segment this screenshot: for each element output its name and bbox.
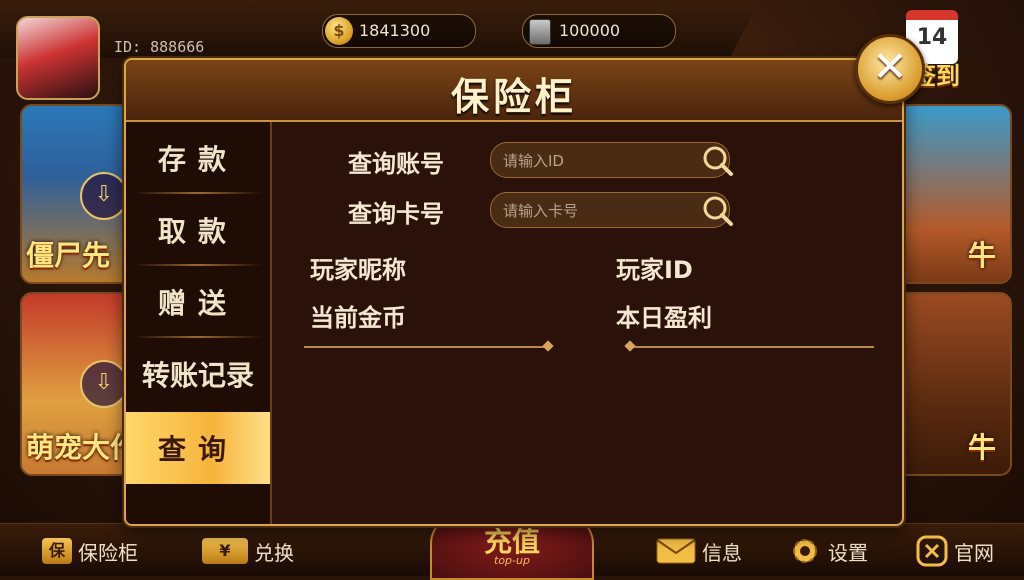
search-icon[interactable] <box>701 194 735 228</box>
dialog-side-menu: 存款 取款 赠送 转账记录 查询 <box>126 122 272 524</box>
game-tile-label: 牛 <box>967 239 996 272</box>
dialog-header: 保险柜 <box>126 60 902 122</box>
menu-item-label: 存款 <box>157 143 238 176</box>
query-account-input[interactable] <box>501 149 695 173</box>
room-card-icon <box>529 19 551 45</box>
gear-icon <box>793 539 817 563</box>
bottom-nav-label: 信息 <box>702 540 742 565</box>
query-account-label: 查询账号 <box>348 150 444 178</box>
bottom-nav-label: 兑换 <box>254 540 294 565</box>
bottom-nav-label: 官网 <box>954 540 994 565</box>
query-card-field <box>490 192 733 228</box>
menu-item-gift[interactable]: 赠送 <box>126 266 270 338</box>
card-balance-value: 100000 <box>559 21 621 40</box>
download-icon: ⇩ <box>80 360 128 408</box>
coin-balance-value: 1841300 <box>359 21 431 40</box>
menu-item-deposit[interactable]: 存款 <box>126 122 270 194</box>
player-nickname-label: 玩家昵称 <box>310 256 406 284</box>
divider <box>304 340 554 352</box>
game-tile-bull-2[interactable]: 牛 <box>896 292 1012 476</box>
query-panel: 查询账号 查询卡号 玩家昵称 玩家ID 当前金币 本日盈利 <box>272 122 902 524</box>
query-account-field <box>490 142 733 178</box>
menu-item-withdraw[interactable]: 取款 <box>126 194 270 266</box>
divider-ornament <box>542 340 554 352</box>
dialog-title: 保险柜 <box>450 74 577 119</box>
download-icon: ⇩ <box>80 172 128 220</box>
query-card-input[interactable] <box>501 199 695 223</box>
bottom-nav-settings[interactable]: 设置 <box>788 536 868 566</box>
current-coins-label: 当前金币 <box>310 304 406 332</box>
close-button[interactable]: ✕ <box>855 34 925 104</box>
menu-item-query[interactable]: 查询 <box>126 412 270 484</box>
game-tile-label: 牛 <box>967 431 996 464</box>
website-icon <box>916 535 948 567</box>
bottom-nav-exchange[interactable]: ¥ 兑换 <box>202 536 294 566</box>
player-id: ID: 888666 <box>114 38 205 56</box>
search-icon[interactable] <box>701 144 735 178</box>
envelope-icon <box>656 538 696 564</box>
menu-item-label: 取款 <box>157 215 238 248</box>
topup-sub-label: top-up <box>494 554 530 567</box>
card-balance[interactable]: 100000 <box>522 14 676 48</box>
query-card-label: 查询卡号 <box>348 200 444 228</box>
bottom-nav-label: 设置 <box>828 540 868 565</box>
bottom-nav-website[interactable]: 官网 <box>916 535 994 567</box>
bottom-nav-safe[interactable]: 保 保险柜 <box>42 536 138 566</box>
menu-item-label: 赠送 <box>157 287 238 320</box>
avatar[interactable] <box>16 16 100 100</box>
coin-icon: $ <box>325 17 353 45</box>
menu-item-label: 转账记录 <box>141 359 254 392</box>
safe-box-dialog: 保险柜 存款 取款 赠送 转账记录 查询 查询账号 查 <box>124 58 904 526</box>
bottom-nav-messages[interactable]: 信息 <box>656 536 742 566</box>
menu-item-label: 查询 <box>157 433 238 466</box>
menu-item-transfer-history[interactable]: 转账记录 <box>126 338 270 410</box>
safe-icon: 保 <box>42 538 72 564</box>
exchange-icon: ¥ <box>202 538 248 564</box>
divider <box>624 340 874 352</box>
game-tile-bull[interactable]: 牛 <box>896 104 1012 284</box>
today-profit-label: 本日盈利 <box>616 304 712 332</box>
coin-balance[interactable]: $ 1841300 <box>322 14 476 48</box>
bottom-nav-label: 保险柜 <box>78 540 138 565</box>
divider-ornament <box>624 340 636 352</box>
player-id-label: 玩家ID <box>616 256 693 284</box>
